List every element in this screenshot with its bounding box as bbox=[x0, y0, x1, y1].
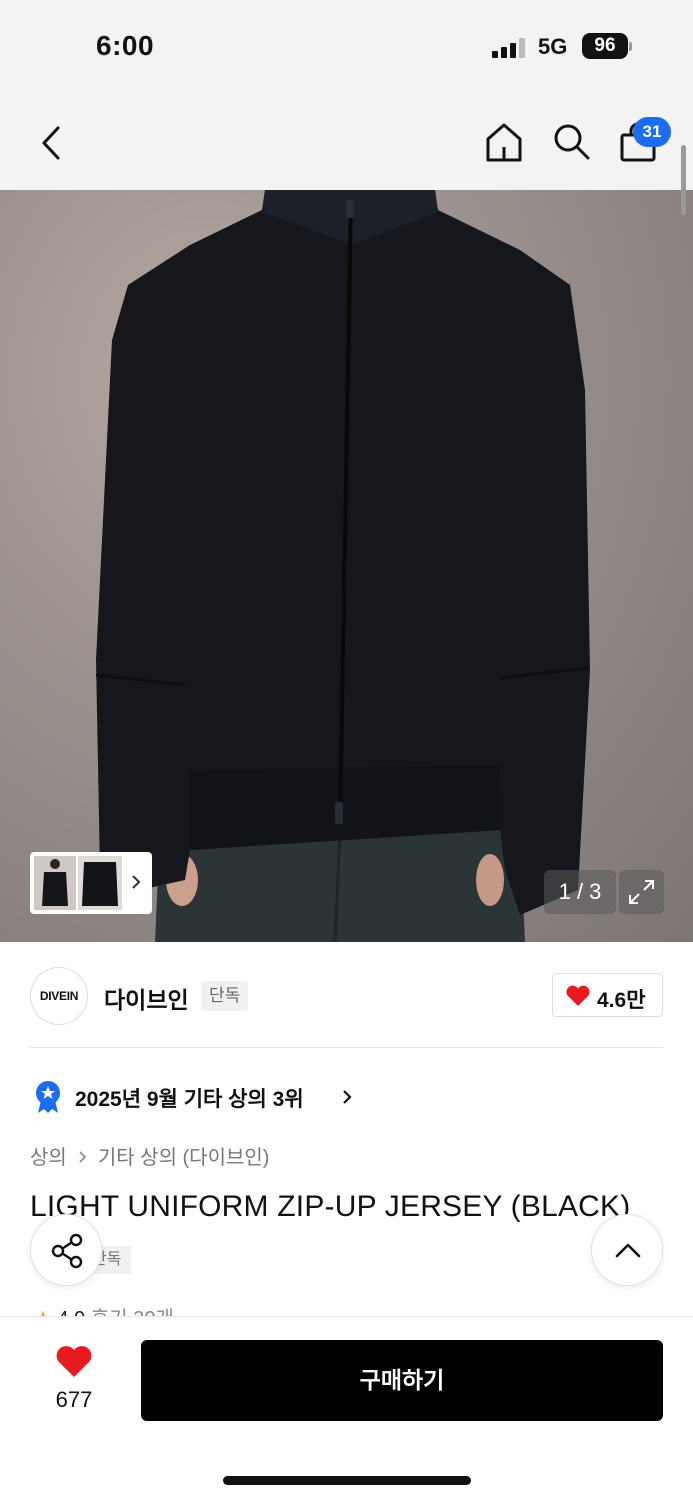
image-counter: 1 / 3 bbox=[544, 870, 616, 914]
brand-logo[interactable]: DIVEIN bbox=[30, 967, 88, 1025]
thumbnail-2[interactable] bbox=[78, 856, 122, 910]
breadcrumb-item-category[interactable]: 상의 bbox=[30, 1147, 67, 1169]
chevron-right-icon bbox=[343, 1090, 352, 1104]
status-bar: 6:00 5G 96 bbox=[0, 0, 693, 95]
wishlist-heart-icon[interactable] bbox=[55, 1345, 93, 1379]
battery-tip bbox=[629, 42, 632, 51]
home-indicator bbox=[223, 1476, 471, 1485]
star-icon: ★ bbox=[34, 1308, 52, 1316]
review-count: 후기 30개 bbox=[91, 1308, 174, 1316]
rating-value: 4.9 bbox=[58, 1308, 86, 1316]
cart-count-badge: 31 bbox=[633, 117, 671, 147]
share-button[interactable] bbox=[30, 1214, 102, 1286]
product-page: 6:00 5G 96 31 1 / 3 DIVEIN 다이브인 단독 4.6만 … bbox=[0, 0, 693, 1500]
brand-like-button[interactable]: 4.6만 bbox=[552, 973, 663, 1017]
scroll-to-top-button[interactable] bbox=[591, 1214, 663, 1286]
thumbnail-1[interactable] bbox=[34, 856, 76, 910]
signal-icon bbox=[492, 38, 528, 58]
brand-name[interactable]: 다이브인 bbox=[104, 981, 189, 1015]
ranking-link[interactable]: 2025년 9월 기타 상의 3위 bbox=[75, 1083, 304, 1113]
thumbnail-strip[interactable] bbox=[30, 852, 152, 914]
product-title: LIGHT UNIFORM ZIP-UP JERSEY (BLACK) bbox=[30, 1190, 631, 1223]
wishlist-count: 677 bbox=[55, 1387, 93, 1412]
scroll-indicator bbox=[681, 145, 686, 215]
chevron-up-icon bbox=[615, 1243, 641, 1258]
battery-icon: 96 bbox=[582, 33, 628, 59]
product-photo bbox=[95, 190, 590, 942]
buy-button[interactable]: 구매하기 bbox=[141, 1340, 663, 1421]
search-button[interactable] bbox=[551, 121, 591, 161]
breadcrumb: 상의 기타 상의 (다이브인) bbox=[30, 1141, 269, 1170]
fullscreen-button[interactable] bbox=[619, 870, 664, 914]
search-icon bbox=[554, 124, 590, 160]
share-icon bbox=[51, 1233, 83, 1269]
expand-icon bbox=[629, 880, 654, 904]
heart-icon bbox=[566, 985, 590, 1006]
chevron-right-icon bbox=[79, 1151, 86, 1163]
brand-like-count: 4.6만 bbox=[597, 989, 646, 1012]
chevron-left-icon bbox=[42, 126, 60, 160]
home-icon bbox=[486, 123, 522, 162]
network-label: 5G bbox=[538, 34, 568, 59]
chevron-right-icon bbox=[132, 875, 141, 889]
back-button[interactable] bbox=[34, 123, 70, 163]
ranking-badge-icon bbox=[36, 1081, 60, 1113]
status-time: 6:00 bbox=[96, 30, 155, 61]
divider bbox=[30, 1047, 663, 1048]
top-nav-bar bbox=[0, 95, 693, 190]
bottom-action-bar: 677 구매하기 bbox=[0, 1316, 693, 1500]
product-image[interactable] bbox=[0, 190, 693, 942]
rating-row[interactable]: ★ 4.9 후기 30개 bbox=[34, 1302, 174, 1316]
breadcrumb-item-subcategory[interactable]: 기타 상의 (다이브인) bbox=[98, 1147, 270, 1169]
home-button[interactable] bbox=[484, 121, 524, 163]
exclusive-badge: 단독 bbox=[201, 981, 249, 1011]
